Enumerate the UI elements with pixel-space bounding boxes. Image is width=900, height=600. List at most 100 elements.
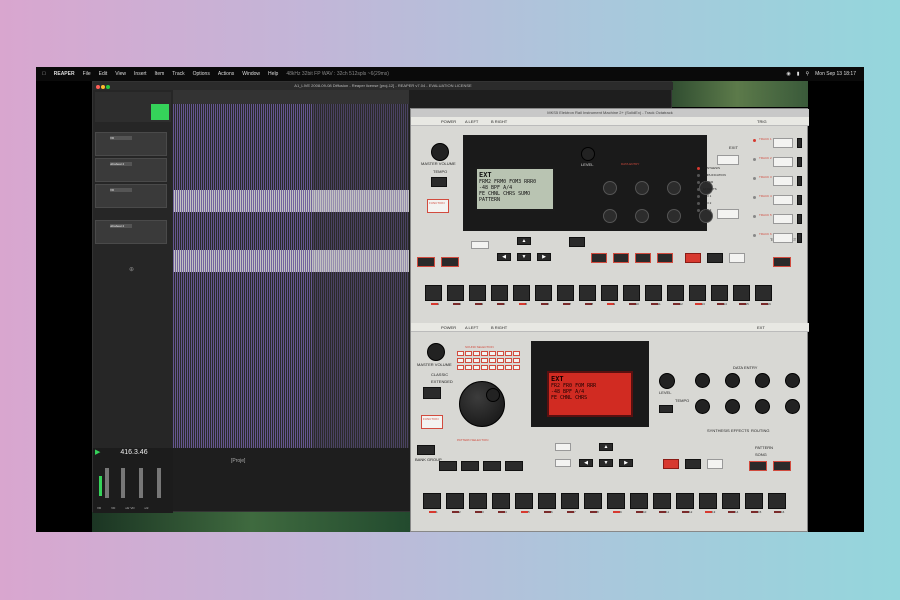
step-pad[interactable]	[711, 285, 728, 301]
data-entry-knob[interactable]	[755, 373, 770, 388]
fader[interactable]	[121, 468, 125, 498]
bank-group-button[interactable]	[417, 445, 435, 455]
bank-button[interactable]	[569, 237, 585, 247]
scale-button[interactable]	[657, 253, 673, 263]
track-header[interactable]: ultrabeat 2	[95, 220, 167, 244]
step-pad[interactable]	[469, 493, 487, 509]
track-button[interactable]	[773, 138, 793, 148]
track-name[interactable]: ultrabeat 2	[110, 162, 132, 166]
menu-window[interactable]: Window	[242, 71, 260, 77]
step-pad[interactable]	[676, 493, 694, 509]
step-pad[interactable]	[733, 285, 750, 301]
slide-button[interactable]	[505, 461, 523, 471]
data-entry-knob[interactable]	[785, 373, 800, 388]
track-mute-button[interactable]	[797, 176, 802, 186]
master-volume-knob[interactable]	[431, 143, 449, 161]
sound-select-button[interactable]	[465, 365, 472, 370]
sound-select-button[interactable]	[513, 358, 520, 363]
no-button[interactable]	[717, 209, 739, 219]
sound-select-button[interactable]	[497, 351, 504, 356]
track-button[interactable]	[773, 157, 793, 167]
down-arrow-button[interactable]: ▼	[517, 253, 531, 261]
left-arrow-button[interactable]: ◀	[579, 459, 593, 467]
sound-select-button[interactable]	[473, 358, 480, 363]
data-entry-knob[interactable]	[725, 373, 740, 388]
arp-button[interactable]	[591, 253, 607, 263]
sound-select-button[interactable]	[505, 365, 512, 370]
track-name[interactable]: ultrabeat 2	[110, 224, 132, 228]
track-button[interactable]	[773, 233, 793, 243]
menu-edit[interactable]: Edit	[99, 71, 108, 77]
swing-button[interactable]	[635, 253, 651, 263]
arrange-view[interactable]	[173, 90, 409, 448]
kit-button[interactable]	[441, 257, 459, 267]
step-pad[interactable]	[446, 493, 464, 509]
mode-button[interactable]	[423, 387, 441, 399]
reaper-title-bar[interactable]: A1_LIVE 2008-09-08 Diffusion - Reaper li…	[93, 82, 673, 90]
step-pad[interactable]	[513, 285, 530, 301]
trig-select-button[interactable]	[773, 257, 791, 267]
level-knob[interactable]	[659, 373, 675, 389]
sound-select-button[interactable]	[473, 351, 480, 356]
sound-select-button[interactable]	[465, 358, 472, 363]
step-pad[interactable]	[630, 493, 648, 509]
main-dial[interactable]	[459, 381, 505, 427]
sound-select-button[interactable]	[505, 351, 512, 356]
step-pad[interactable]	[515, 493, 533, 509]
track-mute-button[interactable]	[797, 138, 802, 148]
sound-select-button[interactable]	[497, 358, 504, 363]
step-pad[interactable]	[447, 285, 464, 301]
step-pad[interactable]	[492, 493, 510, 509]
track-header[interactable]: VD	[95, 184, 167, 208]
sound-select-button[interactable]	[481, 358, 488, 363]
track-mute-button[interactable]	[797, 233, 802, 243]
enter-button[interactable]	[471, 241, 489, 249]
sound-select-button[interactable]	[457, 365, 464, 370]
step-pad[interactable]	[425, 285, 442, 301]
data-entry-knob[interactable]	[635, 209, 649, 223]
paste-button[interactable]	[729, 253, 745, 263]
minimize-icon[interactable]	[101, 85, 106, 89]
right-arrow-button[interactable]: ▶	[619, 459, 633, 467]
add-track-icon[interactable]: ⊕	[129, 266, 134, 273]
swing-button[interactable]	[483, 461, 501, 471]
wifi-icon[interactable]: ◉	[786, 71, 790, 77]
down-arrow-button[interactable]: ▼	[599, 459, 613, 467]
battery-icon[interactable]: ▮	[797, 71, 800, 77]
enter-button[interactable]	[555, 443, 571, 451]
step-pad[interactable]	[535, 285, 552, 301]
step-pad[interactable]	[491, 285, 508, 301]
step-pad[interactable]	[538, 493, 556, 509]
play-icon[interactable]: ▶	[95, 449, 100, 456]
sound-select-button[interactable]	[489, 365, 496, 370]
data-entry-knob[interactable]	[635, 181, 649, 195]
master-volume-knob[interactable]	[427, 343, 445, 361]
menu-track[interactable]: Track	[172, 71, 184, 77]
clear-button[interactable]	[707, 253, 723, 263]
step-pad[interactable]	[601, 285, 618, 301]
copy-button[interactable]	[663, 459, 679, 469]
exit-button[interactable]	[717, 155, 739, 165]
tempo-button[interactable]	[659, 405, 673, 413]
close-icon[interactable]	[96, 85, 100, 89]
track-button[interactable]	[773, 195, 793, 205]
search-icon[interactable]: ⚲	[805, 71, 809, 77]
track-mute-button[interactable]	[797, 195, 802, 205]
accent-button[interactable]	[461, 461, 479, 471]
data-entry-knob[interactable]	[785, 399, 800, 414]
data-entry-knob[interactable]	[603, 209, 617, 223]
sound-select-button[interactable]	[513, 351, 520, 356]
left-arrow-button[interactable]: ◀	[497, 253, 511, 261]
data-entry-knob[interactable]	[667, 209, 681, 223]
step-pad[interactable]	[699, 493, 717, 509]
sound-select-button[interactable]	[481, 365, 488, 370]
track-header[interactable]: ultrabeat 2	[95, 158, 167, 182]
menu-options[interactable]: Options	[193, 71, 210, 77]
menu-file[interactable]: File	[83, 71, 91, 77]
fader[interactable]	[105, 468, 109, 498]
mute-button[interactable]	[439, 461, 457, 471]
track-button[interactable]	[773, 176, 793, 186]
right-arrow-button[interactable]: ▶	[537, 253, 551, 261]
trig-button[interactable]	[773, 461, 791, 471]
track-name[interactable]: VD	[110, 136, 132, 140]
